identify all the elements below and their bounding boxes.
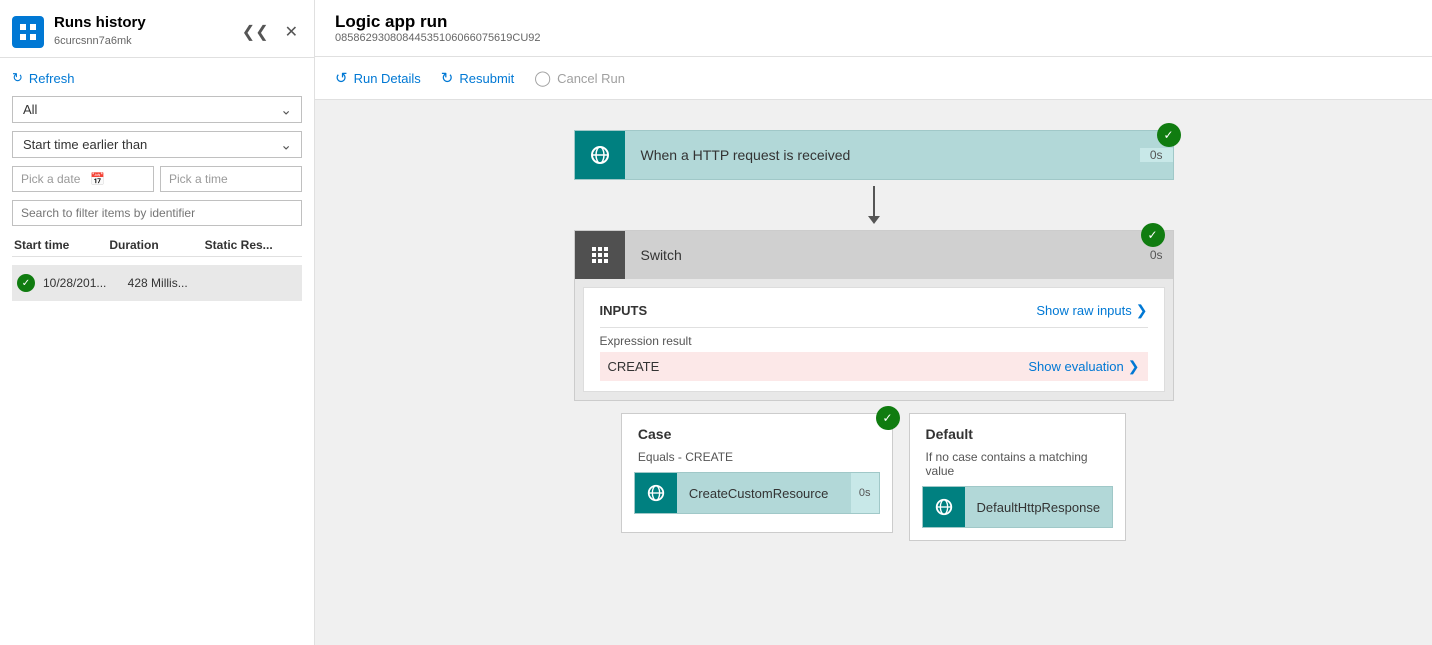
http-request-node[interactable]: When a HTTP request is received 0s ✓ xyxy=(574,130,1174,180)
refresh-icon: ↻ xyxy=(12,70,23,86)
arrow-down-1 xyxy=(868,186,880,224)
default-box: Default If no case contains a matching v… xyxy=(909,413,1127,541)
switch-node-time: 0s xyxy=(1140,248,1173,262)
search-box[interactable] xyxy=(12,200,302,226)
date-picker[interactable]: Pick a date 📅 xyxy=(12,166,154,192)
grid-icon xyxy=(592,247,608,263)
show-raw-inputs-button[interactable]: Show raw inputs ❯ xyxy=(1036,302,1147,319)
refresh-button[interactable]: ↻ Refresh xyxy=(12,68,302,88)
calendar-icon: 📅 xyxy=(90,172,105,186)
http-node-icon xyxy=(575,131,625,179)
http-node-time: 0s xyxy=(1140,148,1173,162)
col-header-start-time: Start time xyxy=(14,238,109,252)
run-details-button[interactable]: ↺ Run Details xyxy=(335,67,421,89)
refresh-label: Refresh xyxy=(29,71,75,86)
switch-node[interactable]: Switch 0s ✓ INPUTS Show raw inputs ❯ Exp… xyxy=(574,230,1174,401)
col-header-duration: Duration xyxy=(109,238,204,252)
close-button[interactable]: ✕ xyxy=(281,18,302,46)
panel-title-text: Runs history 6curcsnn7a6mk xyxy=(54,14,146,49)
case-check-icon: ✓ xyxy=(876,406,900,430)
run-row[interactable]: ✓ 10/28/201... 428 Millis... xyxy=(12,265,302,301)
http-node-check: ✓ xyxy=(1157,123,1181,147)
time-picker[interactable]: Pick a time xyxy=(160,166,302,192)
create-custom-resource-node[interactable]: CreateCustomResource 0s xyxy=(634,472,880,514)
default-node-icon xyxy=(923,487,965,527)
run-id: 08586293080844535106066075619CU92 xyxy=(335,32,1412,44)
panel-title: Runs history xyxy=(54,14,146,31)
run-details-label: Run Details xyxy=(354,71,421,86)
date-placeholder: Pick a date xyxy=(21,172,80,186)
canvas: When a HTTP request is received 0s ✓ xyxy=(315,100,1432,645)
cancel-icon: ◯ xyxy=(534,69,551,87)
case-node-label: CreateCustomResource xyxy=(677,486,851,501)
run-details-icon: ↺ xyxy=(335,69,348,87)
default-header: Default xyxy=(910,414,1126,450)
cancel-run-button[interactable]: ◯ Cancel Run xyxy=(534,67,625,89)
switch-node-check: ✓ xyxy=(1141,223,1165,247)
table-header: Start time Duration Static Res... xyxy=(12,234,302,257)
default-desc: If no case contains a matching value xyxy=(910,450,1126,486)
run-start-time: 10/28/201... xyxy=(43,276,128,290)
case-header: Case xyxy=(622,414,892,450)
resubmit-label: Resubmit xyxy=(459,71,514,86)
date-row: Pick a date 📅 Pick a time xyxy=(12,166,302,192)
panel-title-group: Runs history 6curcsnn7a6mk xyxy=(12,14,146,49)
status-filter-select[interactable]: All Succeeded Failed Cancelled Running xyxy=(12,96,302,123)
case-node-time: 0s xyxy=(851,473,879,513)
flow-container: When a HTTP request is received 0s ✓ xyxy=(355,130,1392,541)
chevron-right-icon: ❯ xyxy=(1136,302,1148,319)
show-eval-label: Show evaluation xyxy=(1028,359,1123,374)
resubmit-icon: ↻ xyxy=(441,69,454,87)
page-title: Logic app run xyxy=(335,12,1412,32)
runs-history-panel: Runs history 6curcsnn7a6mk ❮❮ ✕ ↻ Refres… xyxy=(0,0,315,645)
panel-icon xyxy=(12,16,44,48)
right-panel: Logic app run 08586293080844535106066075… xyxy=(315,0,1432,645)
run-duration: 428 Millis... xyxy=(128,276,213,290)
inputs-label: INPUTS xyxy=(600,303,648,318)
toolbar: ↺ Run Details ↻ Resubmit ◯ Cancel Run xyxy=(315,57,1432,100)
time-placeholder: Pick a time xyxy=(169,172,228,186)
equals-label: Equals - CREATE xyxy=(622,450,892,472)
switch-body: INPUTS Show raw inputs ❯ Expression resu… xyxy=(583,287,1165,392)
show-evaluation-button[interactable]: Show evaluation ❯ xyxy=(1028,358,1139,375)
panel-controls: ❮❮ ✕ xyxy=(238,18,302,46)
case-box: ✓ Case Equals - CREATE CreateCustomResou… xyxy=(621,413,893,533)
switch-icon xyxy=(575,231,625,279)
show-raw-label: Show raw inputs xyxy=(1036,303,1131,318)
search-input[interactable] xyxy=(21,206,293,220)
cancel-label: Cancel Run xyxy=(557,71,625,86)
create-value: CREATE xyxy=(608,359,660,374)
cases-row: ✓ Case Equals - CREATE CreateCustomResou… xyxy=(621,413,1126,541)
resubmit-button[interactable]: ↻ Resubmit xyxy=(441,67,515,89)
expression-result-label: Expression result xyxy=(600,328,1148,352)
panel-body: ↻ Refresh All Succeeded Failed Cancelled… xyxy=(0,58,314,645)
switch-node-header: Switch 0s ✓ xyxy=(575,231,1173,279)
panel-subtitle: 6curcsnn7a6mk xyxy=(54,35,132,47)
arrow-line xyxy=(873,186,875,216)
case-node-icon xyxy=(635,473,677,513)
inputs-row: INPUTS Show raw inputs ❯ xyxy=(600,298,1148,328)
default-http-response-node[interactable]: DefaultHttpResponse xyxy=(922,486,1114,528)
create-row: CREATE Show evaluation ❯ xyxy=(600,352,1148,381)
default-node-label: DefaultHttpResponse xyxy=(965,500,1113,515)
http-node-label: When a HTTP request is received xyxy=(625,147,1140,163)
panel-header: Runs history 6curcsnn7a6mk ❮❮ ✕ xyxy=(0,0,314,58)
chevron-right-icon-2: ❯ xyxy=(1128,358,1140,375)
arrow-head xyxy=(868,216,880,224)
collapse-button[interactable]: ❮❮ xyxy=(238,18,273,46)
switch-node-label: Switch xyxy=(625,247,1140,263)
filter-select-wrapper: All Succeeded Failed Cancelled Running xyxy=(12,96,302,123)
time-filter-select[interactable]: Start time earlier than xyxy=(12,131,302,158)
col-header-static-res: Static Res... xyxy=(205,238,300,252)
run-status-icon: ✓ xyxy=(17,274,35,292)
right-header: Logic app run 08586293080844535106066075… xyxy=(315,0,1432,57)
time-filter-select-wrapper: Start time earlier than xyxy=(12,131,302,158)
